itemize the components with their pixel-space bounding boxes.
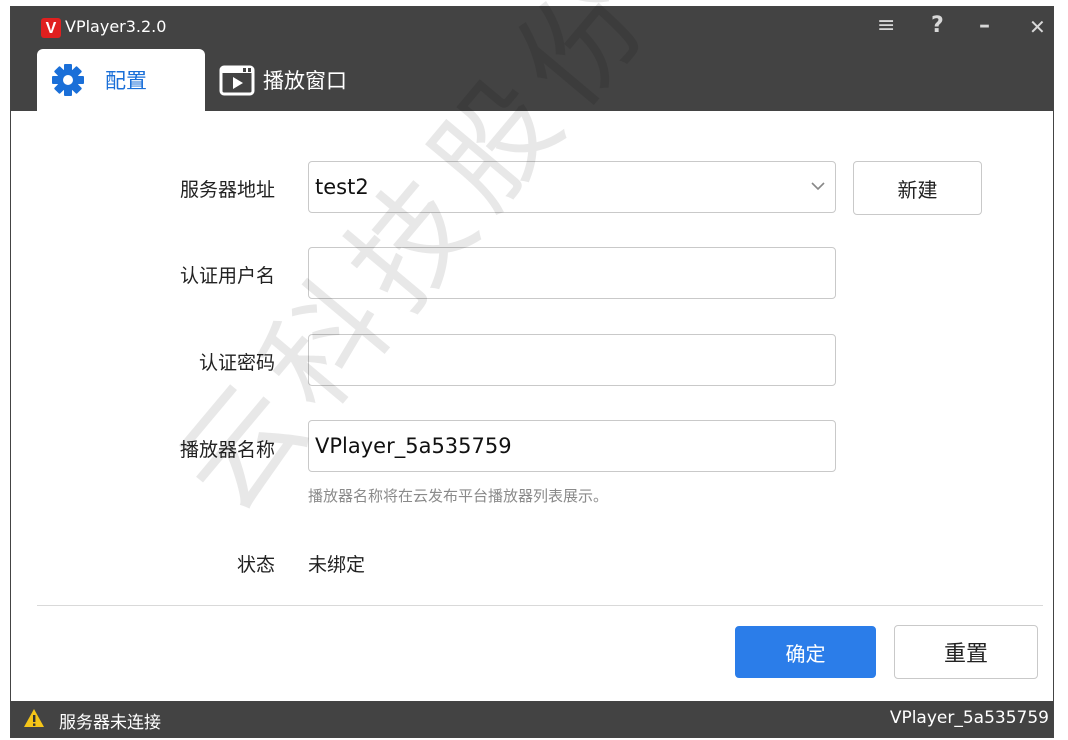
tab-play-window[interactable]: 播放窗口 (219, 49, 389, 111)
menu-icon[interactable]: ≡ (877, 13, 895, 38)
auth-username-label: 认证用户名 (179, 265, 275, 287)
divider (37, 605, 1043, 606)
player-name-label: 播放器名称 (179, 439, 275, 461)
play-window-icon (219, 63, 255, 97)
server-address-label: 服务器地址 (179, 179, 275, 201)
warning-icon (23, 707, 45, 734)
status-label: 状态 (236, 554, 275, 576)
connection-status-text: 服务器未连接 (59, 713, 161, 733)
app-title: VPlayer3.2.0 (65, 17, 167, 36)
statusbar-player-id: VPlayer_5a535759 (889, 708, 1049, 728)
auth-password-input[interactable] (308, 334, 836, 386)
new-server-button[interactable]: 新建 (853, 161, 982, 215)
server-address-value: test2 (315, 175, 369, 199)
gear-icon (51, 63, 85, 97)
reset-button[interactable]: 重置 (894, 625, 1038, 679)
player-name-input[interactable] (308, 420, 836, 472)
confirm-button[interactable]: 确定 (735, 626, 876, 678)
close-icon[interactable]: ✕ (1029, 15, 1046, 39)
app-logo: V (41, 18, 61, 38)
auth-username-input[interactable] (308, 247, 836, 299)
tab-config[interactable]: 配置 (37, 49, 205, 111)
title-bar: V VPlayer3.2.0 ≡ ? – ✕ 配置 播放窗口 (11, 7, 1053, 111)
app-window: V VPlayer3.2.0 ≡ ? – ✕ 配置 播放窗口 服务器地址 tes… (10, 6, 1054, 738)
status-value: 未绑定 (308, 554, 366, 576)
tab-play-window-label: 播放窗口 (263, 69, 347, 93)
minimize-icon[interactable]: – (979, 13, 990, 38)
tab-config-label: 配置 (105, 69, 147, 93)
auth-password-label: 认证密码 (198, 352, 275, 374)
help-icon[interactable]: ? (931, 13, 944, 38)
server-address-select[interactable]: test2 (308, 161, 836, 213)
status-bar: 服务器未连接 VPlayer_5a535759 (11, 701, 1053, 737)
chevron-down-icon (809, 176, 827, 200)
player-name-hint: 播放器名称将在云发布平台播放器列表展示。 (308, 487, 609, 505)
